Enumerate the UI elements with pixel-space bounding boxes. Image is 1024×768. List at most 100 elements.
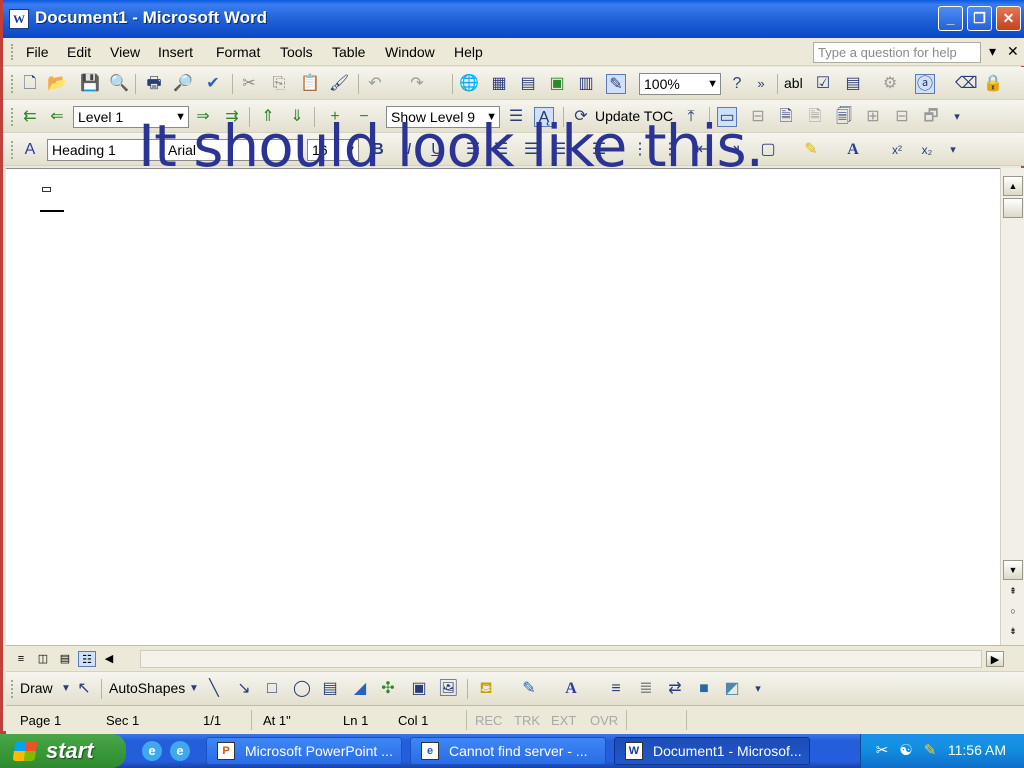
form-properties-icon[interactable]: ⚙ bbox=[880, 74, 900, 94]
eraser-icon[interactable]: ⌫ bbox=[955, 74, 978, 94]
picture-icon[interactable]: 🖼 bbox=[438, 679, 458, 699]
status-ovr[interactable]: OVR bbox=[590, 713, 618, 728]
superscript-icon[interactable]: x² bbox=[887, 140, 907, 160]
line-color-icon[interactable]: ✎ bbox=[519, 679, 539, 699]
status-rec[interactable]: REC bbox=[475, 713, 502, 728]
remove-subdocument-icon[interactable]: 🗎 bbox=[805, 107, 825, 127]
previous-page-button[interactable]: ⇞ bbox=[1003, 582, 1023, 602]
help-icon[interactable]: ? bbox=[727, 74, 747, 94]
minimize-button[interactable]: _ bbox=[938, 6, 963, 31]
ie-icon[interactable]: e bbox=[170, 741, 190, 761]
lock-document-icon[interactable]: 🗗 bbox=[921, 107, 941, 127]
menu-edit[interactable]: Edit bbox=[67, 44, 91, 60]
columns-icon[interactable]: ▥ bbox=[576, 74, 596, 94]
save-icon[interactable]: 💾 bbox=[80, 74, 100, 94]
taskbar-item-browser[interactable]: e Cannot find server - ... bbox=[410, 737, 606, 765]
vertical-scrollbar[interactable]: ▲ ▼ ⇞ ○ ⇟ bbox=[1000, 168, 1024, 645]
close-document-icon[interactable]: ✕ bbox=[1007, 43, 1019, 60]
menu-format[interactable]: Format bbox=[216, 44, 260, 60]
permission-icon[interactable]: 🔍 bbox=[109, 74, 129, 94]
help-search-input[interactable]: Type a question for help bbox=[813, 42, 981, 63]
insert-excel-icon[interactable]: ▣ bbox=[547, 74, 567, 94]
text-box-icon[interactable]: ▤ bbox=[320, 679, 340, 699]
undo-icon[interactable]: ↶ bbox=[365, 74, 385, 94]
shadow-style-icon[interactable]: ■ bbox=[694, 679, 714, 699]
status-ext[interactable]: EXT bbox=[551, 713, 576, 728]
menu-insert[interactable]: Insert bbox=[158, 44, 193, 60]
arrow-style-icon[interactable]: ⇄ bbox=[665, 679, 685, 699]
print-layout-view-icon[interactable]: ▤ bbox=[56, 651, 74, 667]
status-trk[interactable]: TRK bbox=[514, 713, 540, 728]
chevron-down-icon[interactable]: ▼ bbox=[184, 679, 204, 699]
styles-pane-icon[interactable]: A bbox=[20, 140, 40, 160]
select-browse-object-button[interactable]: ○ bbox=[1003, 602, 1023, 622]
fill-color-icon[interactable]: ⛾ bbox=[476, 679, 496, 699]
outline-symbol[interactable] bbox=[42, 187, 51, 192]
scissors-icon[interactable]: ✂ bbox=[873, 742, 891, 760]
wordart-icon[interactable]: ◢ bbox=[350, 679, 370, 699]
menu-tools[interactable]: Tools bbox=[280, 44, 313, 60]
copy-icon[interactable]: ⎘ bbox=[269, 74, 289, 94]
toolbar-grip[interactable] bbox=[11, 75, 14, 93]
insert-table-icon[interactable]: ▤ bbox=[518, 74, 538, 94]
insert-subdocument-icon[interactable]: 🗐 bbox=[834, 107, 854, 127]
clip-art-icon[interactable]: ▣ bbox=[409, 679, 429, 699]
web-layout-view-icon[interactable]: ◫ bbox=[34, 651, 52, 667]
chevron-down-icon[interactable]: ▼ bbox=[56, 679, 76, 699]
3d-style-icon[interactable]: ◩ bbox=[722, 679, 742, 699]
redo-icon[interactable]: ↷ bbox=[407, 74, 427, 94]
print-icon[interactable]: 🖶 bbox=[144, 74, 164, 94]
select-objects-icon[interactable]: ↖ bbox=[74, 679, 94, 699]
highlight-icon[interactable]: ✎ bbox=[801, 140, 821, 160]
line-icon[interactable]: ╲ bbox=[204, 679, 224, 699]
tables-borders-icon[interactable]: ▦ bbox=[489, 74, 509, 94]
word-icon[interactable]: W bbox=[9, 9, 29, 29]
arrow-icon[interactable]: ↘ bbox=[234, 679, 254, 699]
autoshapes-menu[interactable]: AutoShapes bbox=[109, 680, 185, 696]
normal-view-icon[interactable]: ≡ bbox=[12, 651, 30, 667]
checkbox-icon[interactable]: ☑ bbox=[813, 74, 833, 94]
start-button[interactable]: start bbox=[0, 734, 126, 768]
spelling-icon[interactable]: ✔ bbox=[203, 74, 223, 94]
subscript-icon[interactable]: x₂ bbox=[917, 140, 937, 160]
close-button[interactable]: ✕ bbox=[996, 6, 1021, 31]
line-style-icon[interactable]: ≡ bbox=[606, 679, 626, 699]
document-area[interactable] bbox=[6, 168, 1000, 645]
text-field-button[interactable]: abl bbox=[784, 75, 803, 91]
draw-menu[interactable]: Draw bbox=[20, 680, 53, 696]
toolbar-options-icon[interactable]: ▾ bbox=[943, 140, 963, 160]
toolbar-options-icon[interactable]: ▾ bbox=[947, 107, 967, 127]
clock[interactable]: 11:56 AM bbox=[948, 742, 1006, 758]
drawing-icon[interactable]: ✎ bbox=[606, 74, 626, 94]
zoom-select[interactable]: 100% ▼ bbox=[639, 73, 721, 95]
scroll-thumb[interactable] bbox=[1003, 198, 1023, 218]
taskbar-item-word[interactable]: W Document1 - Microsof... bbox=[614, 737, 810, 765]
oval-icon[interactable]: ◯ bbox=[292, 679, 312, 699]
lock-icon[interactable]: 🔒 bbox=[983, 74, 1003, 94]
menu-file[interactable]: File bbox=[26, 44, 49, 60]
toolbar-options-icon[interactable]: ▾ bbox=[748, 679, 768, 699]
horizontal-scrollbar[interactable] bbox=[140, 650, 982, 668]
create-subdocument-icon[interactable]: 🗎 bbox=[776, 107, 796, 127]
new-document-icon[interactable]: 🗋 bbox=[20, 74, 40, 94]
scroll-up-button[interactable]: ▲ bbox=[1003, 176, 1023, 196]
scroll-right-icon[interactable]: ▶ bbox=[986, 651, 1004, 667]
print-preview-icon[interactable]: 🔎 bbox=[173, 74, 193, 94]
taskbar-item-powerpoint[interactable]: P Microsoft PowerPoint ... bbox=[206, 737, 402, 765]
promote-to-heading-icon[interactable]: ⇇ bbox=[20, 107, 40, 127]
toolbar-grip[interactable] bbox=[11, 44, 14, 60]
menu-window[interactable]: Window bbox=[385, 44, 435, 60]
toolbar-grip[interactable] bbox=[11, 680, 14, 698]
diagram-icon[interactable]: ✣ bbox=[378, 679, 398, 699]
menu-table[interactable]: Table bbox=[332, 44, 365, 60]
cut-icon[interactable]: ✂ bbox=[239, 74, 259, 94]
split-subdocument-icon[interactable]: ⊟ bbox=[892, 107, 912, 127]
format-painter-icon[interactable]: 🖌 bbox=[329, 74, 349, 94]
ie-icon[interactable]: e bbox=[142, 741, 162, 761]
drop-down-form-icon[interactable]: ▤ bbox=[843, 74, 863, 94]
scroll-left-icon[interactable]: ◀ bbox=[100, 651, 118, 667]
next-page-button[interactable]: ⇟ bbox=[1003, 622, 1023, 642]
rectangle-icon[interactable]: □ bbox=[262, 679, 282, 699]
restore-button[interactable]: ❐ bbox=[967, 6, 992, 31]
menu-view[interactable]: View bbox=[110, 44, 140, 60]
